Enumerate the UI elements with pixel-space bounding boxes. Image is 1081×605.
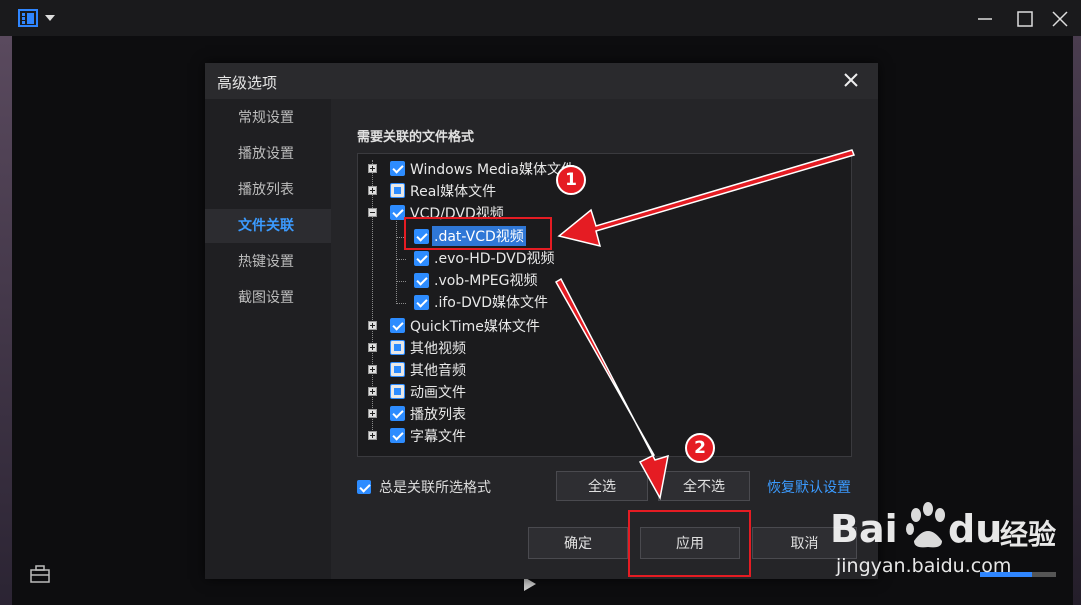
baidu-watermark: Bai du 经验 jingyan.baidu.com xyxy=(830,485,1070,585)
background-edge-right xyxy=(1073,36,1081,605)
annotation-step-2: 2 xyxy=(685,433,715,463)
tree-item-real[interactable]: Real媒体文件 xyxy=(410,181,496,201)
annotation-step-1: 1 xyxy=(556,165,586,195)
player-window: 高级选项 常规设置 播放设置 播放列表 文件关联 热键设置 截图设置 需要关联的… xyxy=(0,0,1081,605)
expand-icon[interactable] xyxy=(368,186,377,195)
ok-button[interactable]: 确定 xyxy=(528,527,628,559)
checkbox-playlist[interactable] xyxy=(390,406,405,421)
tree-item-ifo[interactable]: .ifo-DVD媒体文件 xyxy=(434,292,548,312)
tree-item-animation[interactable]: 动画文件 xyxy=(410,382,466,402)
checkbox-evo[interactable] xyxy=(414,251,429,266)
checkbox-animation[interactable] xyxy=(390,384,405,399)
format-tree[interactable]: Windows Media媒体文件 Real媒体文件 VCD/DVD视频 .da… xyxy=(357,153,852,457)
watermark-brand-a: Bai xyxy=(830,507,898,551)
expand-icon[interactable] xyxy=(368,343,377,352)
always-associate-checkbox[interactable] xyxy=(357,480,371,494)
title-bar xyxy=(0,0,1081,36)
tree-item-evo[interactable]: .evo-HD-DVD视频 xyxy=(434,248,554,268)
dialog-title: 高级选项 xyxy=(217,74,278,92)
checkbox-quicktime[interactable] xyxy=(390,318,405,333)
nav-item-file-association[interactable]: 文件关联 xyxy=(205,209,331,243)
toolbox-icon[interactable] xyxy=(30,565,50,583)
tree-item-windows-media[interactable]: Windows Media媒体文件 xyxy=(410,159,575,179)
dialog-header: 高级选项 xyxy=(205,63,878,99)
nav-item-playback[interactable]: 播放设置 xyxy=(205,137,331,171)
select-all-button[interactable]: 全选 xyxy=(556,471,648,501)
expand-icon[interactable] xyxy=(368,365,377,374)
close-icon[interactable] xyxy=(843,72,859,88)
nav-item-screenshot[interactable]: 截图设置 xyxy=(205,281,331,315)
chevron-down-icon[interactable] xyxy=(45,15,55,21)
checkbox-vcd-dvd[interactable] xyxy=(390,205,405,220)
settings-nav: 常规设置 播放设置 播放列表 文件关联 热键设置 截图设置 xyxy=(205,99,331,579)
play-icon[interactable] xyxy=(524,577,536,591)
tree-line xyxy=(396,259,406,260)
checkbox-real[interactable] xyxy=(390,183,405,198)
tree-item-quicktime[interactable]: QuickTime媒体文件 xyxy=(410,316,540,336)
tree-line xyxy=(396,214,397,302)
always-associate-label: 总是关联所选格式 xyxy=(379,480,491,496)
checkbox-ifo[interactable] xyxy=(414,295,429,310)
checkbox-other-audio[interactable] xyxy=(390,362,405,377)
deselect-all-button[interactable]: 全不选 xyxy=(658,471,750,501)
tree-line xyxy=(396,281,406,282)
annotation-highlight-dat xyxy=(404,217,552,250)
tree-item-other-audio[interactable]: 其他音频 xyxy=(410,360,466,380)
file-association-panel: 需要关联的文件格式 Windows Media媒体文件 Real媒体文件 VCD… xyxy=(331,99,878,579)
expand-icon[interactable] xyxy=(368,321,377,330)
background-edge-left xyxy=(0,36,12,605)
watermark-url: jingyan.baidu.com xyxy=(836,555,1012,577)
expand-icon[interactable] xyxy=(368,164,377,173)
checkbox-other-video[interactable] xyxy=(390,340,405,355)
minimize-icon[interactable] xyxy=(975,9,995,29)
tree-item-vob[interactable]: .vob-MPEG视频 xyxy=(434,270,537,290)
tree-line xyxy=(396,303,406,304)
watermark-brand-b: du xyxy=(948,507,1003,551)
expand-icon[interactable] xyxy=(368,409,377,418)
advanced-options-dialog: 高级选项 常规设置 播放设置 播放列表 文件关联 热键设置 截图设置 需要关联的… xyxy=(205,63,878,579)
tree-item-playlist[interactable]: 播放列表 xyxy=(410,404,466,424)
nav-item-playlist[interactable]: 播放列表 xyxy=(205,173,331,207)
nav-item-general[interactable]: 常规设置 xyxy=(205,101,331,135)
checkbox-subtitle[interactable] xyxy=(390,428,405,443)
close-icon[interactable] xyxy=(1050,9,1070,29)
collapse-icon[interactable] xyxy=(368,208,377,217)
nav-item-hotkeys[interactable]: 热键设置 xyxy=(205,245,331,279)
watermark-brand-c: 经验 xyxy=(1000,518,1057,551)
maximize-icon[interactable] xyxy=(1015,9,1035,29)
checkbox-vob[interactable] xyxy=(414,273,429,288)
checkbox-windows-media[interactable] xyxy=(390,161,405,176)
app-logo-icon[interactable] xyxy=(18,9,38,27)
annotation-highlight-apply xyxy=(628,510,751,577)
expand-icon[interactable] xyxy=(368,431,377,440)
tree-item-other-video[interactable]: 其他视频 xyxy=(410,338,466,358)
tree-item-subtitle[interactable]: 字幕文件 xyxy=(410,426,466,446)
section-title: 需要关联的文件格式 xyxy=(357,130,475,145)
expand-icon[interactable] xyxy=(368,387,377,396)
